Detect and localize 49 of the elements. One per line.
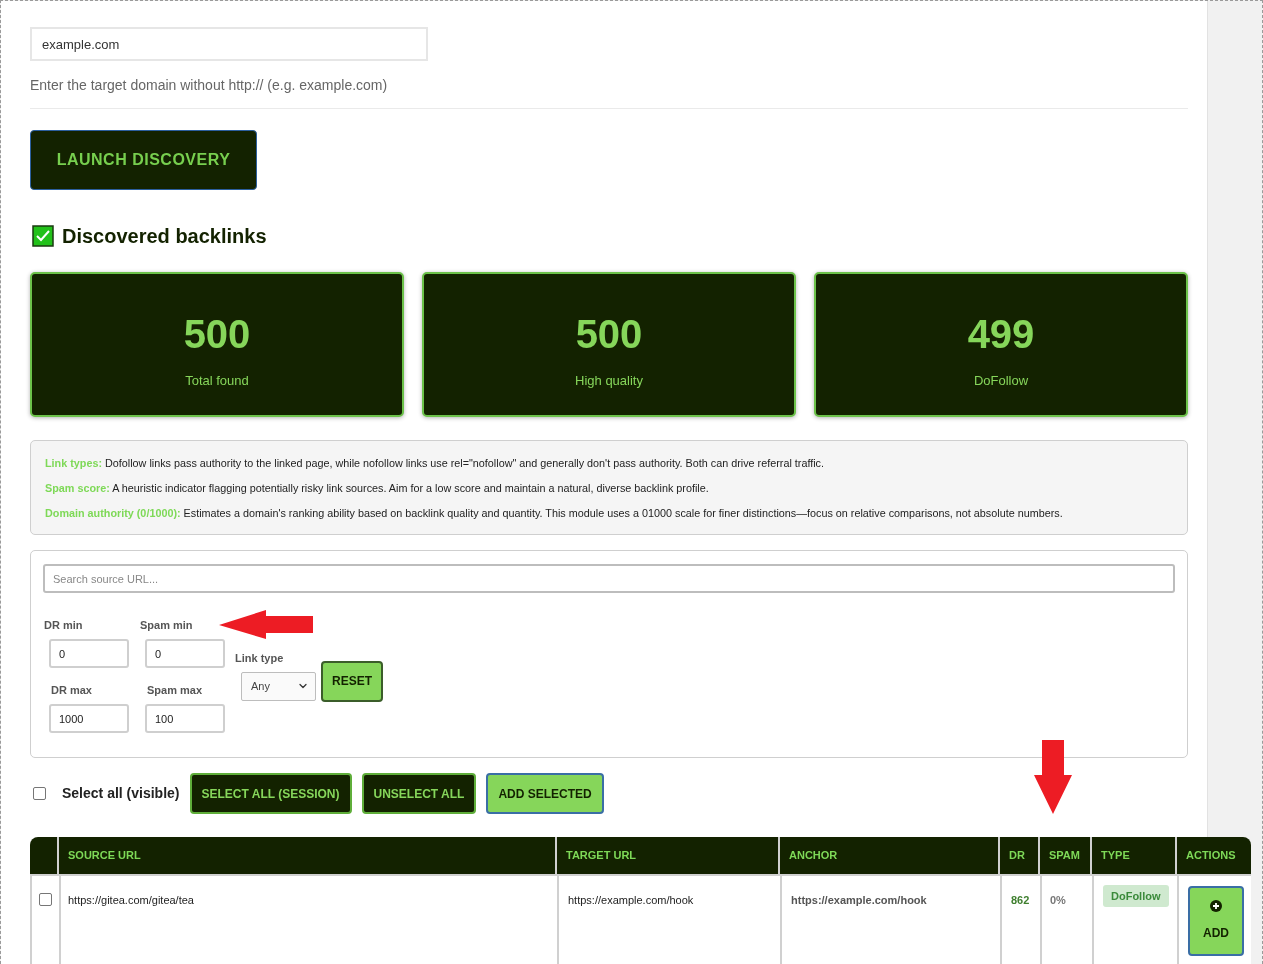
launch-button[interactable]: LAUNCH DISCOVERY [30,130,257,190]
number-input[interactable]: 100 [145,704,225,733]
stat-label: High quality [575,372,643,390]
number-input[interactable]: 0 [49,639,129,668]
reset-button[interactable]: RESET [321,660,383,702]
field-label: DR max [50,683,92,697]
table-cell: https://example.com/hook [568,894,694,906]
field-label: Link type [235,650,284,665]
info-text: Link types: Dofollow links pass authority to the linked page, while nofollow links use rel="nofollow" and generally don't pass authority. Both can drive referral traffic. [45,456,824,471]
field-label: Spam max [146,683,203,697]
select-all-checkbox[interactable] [33,787,46,800]
help-text: Enter the target domain without http:// (e.g. example.com) [30,76,388,95]
pointer-arrow-icon [219,610,313,639]
column-header: TARGET URL [566,848,637,864]
stat-label: Total found [185,372,249,390]
bulk-action-button[interactable]: UNSELECT ALL [361,773,477,814]
link-type-select[interactable]: Any [241,671,316,701]
field-label: DR min [43,618,83,632]
table-cell: 862 [1011,894,1030,906]
table-cell: 0% [1050,894,1066,906]
column-header: TYPE [1101,848,1130,864]
column-header: DR [1009,848,1025,864]
select-all-label: Select all (visible) [62,784,180,803]
table-cell: https://gitea.com/gitea/tea [68,894,194,906]
info-text: Domain authority (0/1000): Estimates a domain's ranking ability based on backlink quality and quantity. This module uses a 01000 scale for finer distinctions—focus on relative comparisons, not absolute numbers. [45,506,1063,521]
section-heading: Discovered backlinks [62,224,267,249]
pointer-arrow-icon [1034,740,1072,814]
table-cell: https://example.com/hook [791,894,927,906]
number-input[interactable]: 0 [145,639,225,668]
stat-value: 500 [575,311,643,358]
column-header: SPAM [1049,848,1080,864]
field-label: Spam min [139,618,193,632]
info-text: Spam score: A heuristic indicator flagging potentially risky link sources. Aim for a low score and maintain a natural, diverse backlink profile. [45,481,709,496]
domain-input[interactable]: example.com [30,27,428,61]
search-field[interactable]: Search source URL... [43,564,1175,593]
stat-value: 500 [183,311,251,358]
plus-circle-icon [1210,900,1222,912]
stat-label: DoFollow [973,372,1029,390]
stat-value: 499 [967,311,1035,358]
type-badge: DoFollow [1103,885,1169,907]
column-header: ANCHOR [789,848,838,864]
bulk-action-button[interactable]: SELECT ALL (SESSION) [189,773,352,814]
add-button[interactable]: ADD [1188,886,1244,956]
bulk-action-button[interactable]: ADD SELECTED [486,773,604,814]
column-header: ACTIONS [1186,848,1236,864]
row-checkbox[interactable] [39,893,52,906]
checkmark-icon [32,225,54,247]
number-input[interactable]: 1000 [49,704,129,733]
column-header: SOURCE URL [68,848,141,864]
